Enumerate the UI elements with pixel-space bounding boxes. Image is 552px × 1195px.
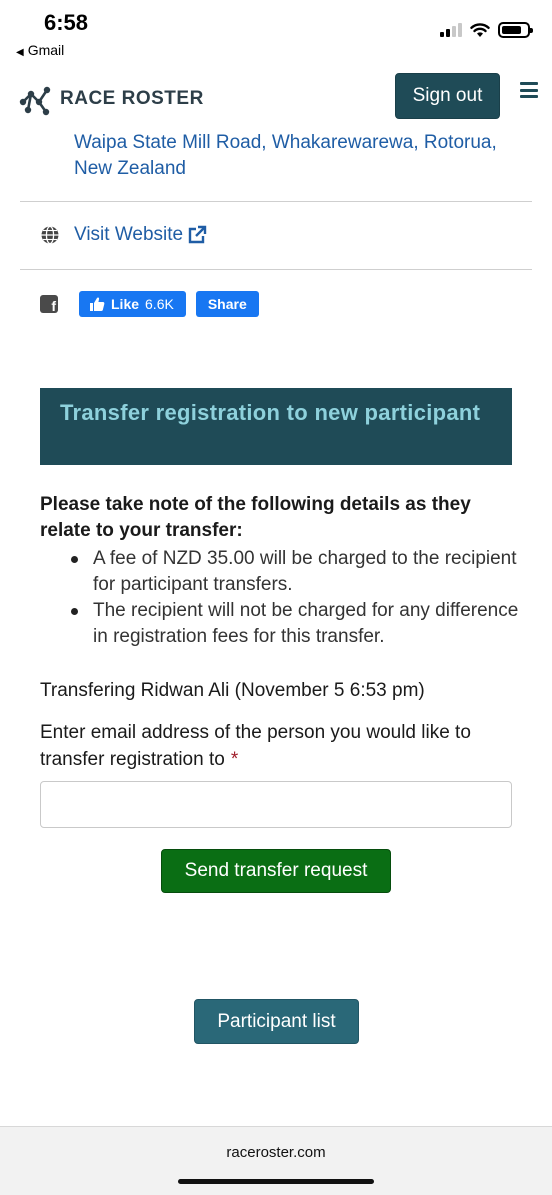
- external-link-icon[interactable]: [187, 225, 207, 245]
- email-field-label: Enter email address of the person you wo…: [40, 719, 520, 773]
- recipient-email-input[interactable]: [40, 781, 512, 828]
- social-row: f Like 6.6K Share: [40, 291, 259, 317]
- home-indicator[interactable]: [178, 1179, 374, 1184]
- globe-icon: [41, 225, 59, 245]
- divider: [20, 201, 532, 202]
- transfer-notice: Please take note of the following detail…: [40, 492, 520, 650]
- facebook-share-button[interactable]: Share: [195, 291, 259, 317]
- status-bar: 6:58 ◀ Gmail: [0, 0, 552, 62]
- facebook-like-button[interactable]: Like 6.6K: [79, 291, 186, 317]
- hamburger-menu-icon[interactable]: [520, 82, 538, 98]
- like-label: Like: [111, 296, 140, 312]
- visit-website-row: Visit Website: [40, 224, 207, 246]
- transferring-text: Transfering Ridwan Ali (November 5 6:53 …: [40, 680, 425, 701]
- cellular-signal-icon: [440, 23, 462, 37]
- facebook-icon[interactable]: f: [40, 295, 58, 313]
- browser-url[interactable]: raceroster.com: [0, 1144, 552, 1161]
- required-marker: *: [230, 749, 239, 770]
- thumbs-up-icon: [90, 297, 105, 311]
- notice-item-fee: A fee of NZD 35.00 will be charged to th…: [40, 546, 520, 598]
- logo-text: RACE ROSTER: [60, 88, 204, 109]
- email-label-text: Enter email address of the person you wo…: [40, 722, 471, 770]
- back-to-app-link[interactable]: ◀ Gmail: [16, 42, 64, 58]
- back-arrow-icon: ◀: [16, 47, 24, 58]
- sign-out-button[interactable]: Sign out: [395, 73, 500, 119]
- status-time: 6:58: [44, 10, 89, 35]
- visit-website-link[interactable]: Visit Website: [74, 224, 183, 246]
- race-roster-logo-icon: [19, 86, 51, 116]
- back-app-label: Gmail: [27, 42, 65, 58]
- send-transfer-request-button[interactable]: Send transfer request: [161, 849, 391, 893]
- divider: [20, 269, 532, 270]
- transfer-title: Transfer registration to new participant: [60, 400, 481, 425]
- event-address-link[interactable]: Waipa State Mill Road, Whakarewarewa, Ro…: [74, 130, 524, 182]
- browser-url-bar[interactable]: raceroster.com: [0, 1126, 552, 1195]
- race-roster-logo[interactable]: RACE ROSTER: [18, 82, 204, 116]
- notice-item-difference: The recipient will not be charged for an…: [40, 598, 520, 650]
- participant-list-button[interactable]: Participant list: [194, 999, 359, 1044]
- transfer-section-header: Transfer registration to new participant: [40, 388, 512, 465]
- like-count: 6.6K: [145, 296, 174, 312]
- site-header: RACE ROSTER Sign out: [0, 70, 552, 126]
- status-icons: [440, 22, 533, 38]
- notice-heading: Please take note of the following detail…: [40, 494, 471, 541]
- notice-list: A fee of NZD 35.00 will be charged to th…: [40, 546, 520, 650]
- wifi-icon: [470, 22, 490, 37]
- battery-icon: [498, 22, 533, 38]
